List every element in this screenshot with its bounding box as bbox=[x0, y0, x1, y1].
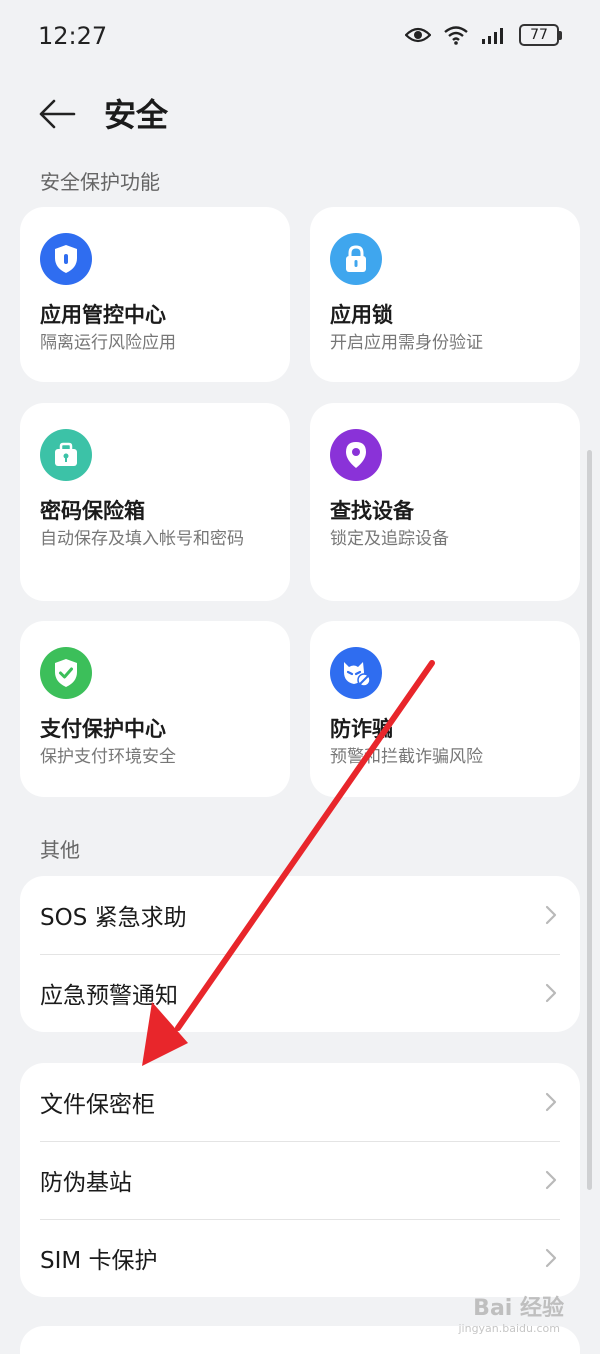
battery-level: 77 bbox=[519, 24, 559, 46]
status-bar: 12:27 77 bbox=[0, 0, 600, 76]
list-item-file-safe[interactable]: 文件保密柜 bbox=[20, 1063, 580, 1141]
list-label: 应急预警通知 bbox=[40, 983, 178, 1009]
header: 安全 bbox=[0, 76, 600, 156]
section-label-protection: 安全保护功能 bbox=[40, 170, 160, 194]
card-find-device[interactable]: 查找设备 锁定及追踪设备 bbox=[310, 403, 580, 601]
watermark-sub: jingyan.baidu.com bbox=[458, 1322, 560, 1335]
card-title: 防诈骗 bbox=[330, 717, 393, 741]
chevron-right-icon bbox=[545, 1170, 557, 1190]
page-title: 安全 bbox=[104, 96, 169, 134]
card-anti-fraud[interactable]: 防诈骗 预警和拦截诈骗风险 bbox=[310, 621, 580, 797]
card-desc: 保护支付环境安全 bbox=[40, 747, 176, 767]
eye-icon bbox=[405, 27, 431, 43]
shield-check-icon bbox=[40, 647, 92, 699]
signal-icon bbox=[482, 28, 503, 44]
shield-icon bbox=[40, 233, 92, 285]
scrollbar[interactable] bbox=[587, 450, 592, 1190]
chevron-right-icon bbox=[545, 983, 557, 1003]
chevron-right-icon bbox=[545, 905, 557, 925]
back-button[interactable] bbox=[36, 92, 80, 136]
list-label: 防伪基站 bbox=[40, 1170, 132, 1196]
card-title: 查找设备 bbox=[330, 499, 414, 523]
card-desc: 开启应用需身份验证 bbox=[330, 333, 483, 353]
status-time: 12:27 bbox=[38, 22, 108, 50]
section-label-other: 其他 bbox=[40, 838, 80, 862]
card-title: 应用锁 bbox=[330, 303, 393, 327]
chevron-right-icon bbox=[545, 1248, 557, 1268]
list-item-sos[interactable]: SOS 紧急求助 bbox=[20, 876, 580, 954]
list-group-security-other: 文件保密柜 防伪基站 SIM 卡保护 bbox=[20, 1063, 580, 1297]
wifi-icon bbox=[444, 26, 468, 45]
card-app-lock[interactable]: 应用锁 开启应用需身份验证 bbox=[310, 207, 580, 382]
list-label: SIM 卡保护 bbox=[40, 1248, 158, 1274]
card-title: 密码保险箱 bbox=[40, 499, 145, 523]
card-password-vault[interactable]: 密码保险箱 自动保存及填入帐号和密码 bbox=[20, 403, 290, 601]
anti-fraud-icon bbox=[330, 647, 382, 699]
safe-box-icon bbox=[40, 429, 92, 481]
card-payment-protection[interactable]: 支付保护中心 保护支付环境安全 bbox=[20, 621, 290, 797]
chevron-right-icon bbox=[545, 1092, 557, 1112]
list-item-fake-base-station[interactable]: 防伪基站 bbox=[20, 1141, 580, 1219]
card-desc: 预警和拦截诈骗风险 bbox=[330, 747, 483, 767]
arrow-left-icon bbox=[39, 99, 76, 129]
list-label: 文件保密柜 bbox=[40, 1092, 155, 1118]
status-icons: 77 bbox=[405, 24, 562, 46]
list-label: SOS 紧急求助 bbox=[40, 905, 187, 931]
list-group-emergency: SOS 紧急求助 应急预警通知 bbox=[20, 876, 580, 1032]
list-item-emergency-alert[interactable]: 应急预警通知 bbox=[20, 954, 580, 1032]
card-desc: 隔离运行风险应用 bbox=[40, 333, 176, 353]
card-title: 应用管控中心 bbox=[40, 303, 166, 327]
location-pin-icon bbox=[330, 429, 382, 481]
lock-icon bbox=[330, 233, 382, 285]
battery-indicator: 77 bbox=[519, 24, 562, 46]
list-item-sim-protection[interactable]: SIM 卡保护 bbox=[20, 1219, 580, 1297]
watermark: Bai 经验 bbox=[473, 1296, 564, 1321]
card-app-control-center[interactable]: 应用管控中心 隔离运行风险应用 bbox=[20, 207, 290, 382]
card-desc: 锁定及追踪设备 bbox=[330, 529, 449, 549]
card-title: 支付保护中心 bbox=[40, 717, 166, 741]
card-desc: 自动保存及填入帐号和密码 bbox=[40, 529, 244, 549]
